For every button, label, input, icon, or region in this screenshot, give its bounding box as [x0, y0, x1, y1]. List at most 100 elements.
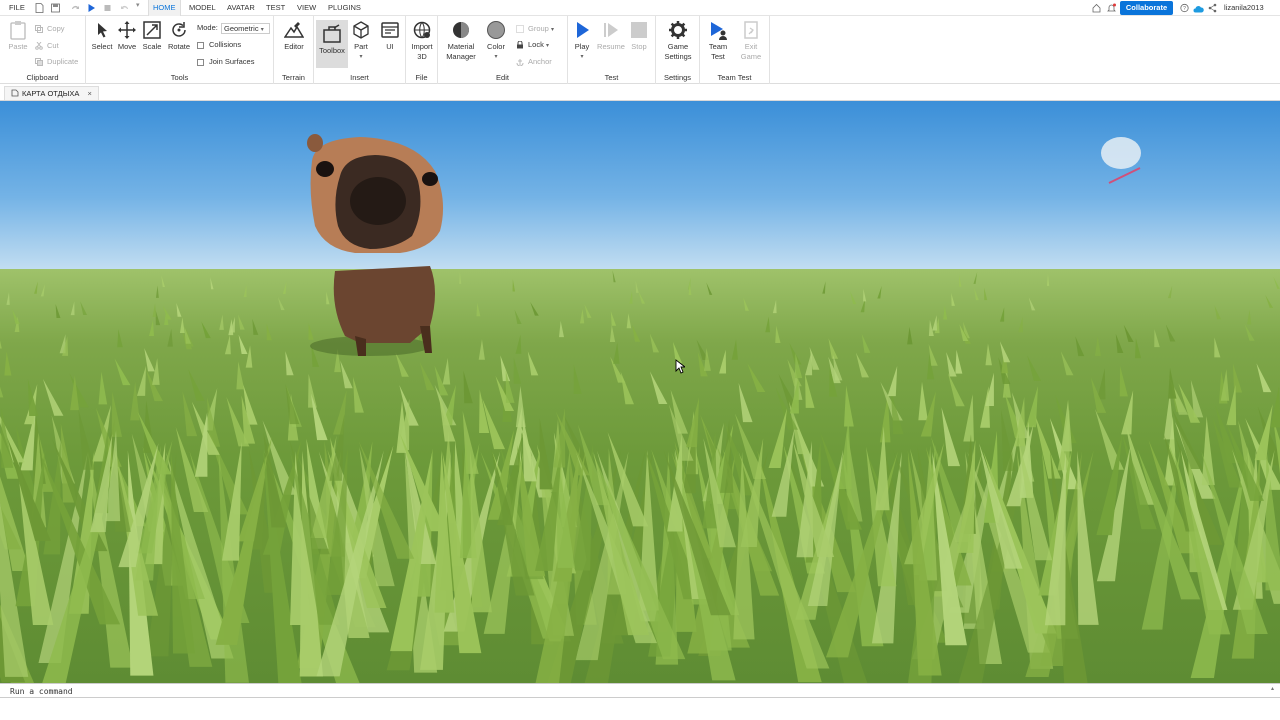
chevron-down-icon: ▾: [545, 43, 549, 49]
chevron-down-icon[interactable]: ▴: [1271, 685, 1274, 692]
team-test-group-label: Team Test: [717, 73, 752, 82]
copy-label: Copy: [47, 24, 65, 33]
rotate-label: Rotate: [167, 42, 191, 51]
exit-game-label-line2: Game: [740, 52, 762, 61]
insert-group-label: Insert: [350, 73, 369, 82]
mode-label: Mode:: [197, 23, 218, 32]
paste-label: Paste: [8, 42, 28, 51]
game-viewport[interactable]: [0, 101, 1280, 683]
cloud-icon[interactable]: [1193, 4, 1204, 14]
menu-bar: FILE ▾ HOME MODEL AVATAR TEST VIEW PLUGI…: [0, 0, 1280, 16]
material-manager-button[interactable]: Material Manager: [444, 20, 478, 62]
chevron-down-icon: ▾: [260, 27, 264, 33]
rotate-button[interactable]: Rotate: [166, 20, 192, 52]
select-button[interactable]: Select: [90, 20, 114, 52]
play-icon[interactable]: [87, 3, 96, 13]
command-input[interactable]: [4, 685, 1264, 697]
menu-avatar[interactable]: AVATAR: [227, 0, 255, 16]
anchor-button[interactable]: Anchor: [516, 56, 552, 68]
material-label-line1: Material: [447, 42, 475, 51]
menu-home[interactable]: HOME: [148, 0, 181, 16]
color-button[interactable]: Color ▾: [484, 20, 508, 62]
scale-icon: [143, 21, 161, 39]
paste-icon: [10, 21, 26, 40]
terrain-editor-button[interactable]: Editor: [280, 20, 308, 52]
tab-place-document[interactable]: КАРТА ОТДЫХА ×: [4, 86, 99, 100]
terrain-group: Editor Terrain: [274, 16, 314, 84]
document-tab-strip: КАРТА ОТДЫХА ×: [0, 84, 1280, 101]
settings-group-label: Settings: [663, 73, 692, 82]
paste-button[interactable]: Paste: [6, 20, 30, 52]
exit-game-label-line1: Exit: [744, 42, 758, 51]
select-label: Select: [91, 42, 113, 51]
notification-bell-icon[interactable]: [1107, 3, 1116, 13]
move-arrows-icon: [118, 21, 136, 39]
resume-icon: [604, 23, 618, 37]
clipboard-group-label: Clipboard: [26, 73, 59, 82]
menu-view[interactable]: VIEW: [297, 0, 316, 16]
import-label-line1: Import: [411, 42, 433, 51]
home-icon[interactable]: [1092, 3, 1101, 13]
undo-icon[interactable]: [120, 3, 129, 13]
sky: [0, 101, 1280, 276]
status-area: [0, 698, 1280, 720]
test-group-label: Test: [604, 73, 619, 82]
exit-door-icon: [744, 21, 758, 39]
menu-model[interactable]: MODEL: [189, 0, 216, 16]
menu-file[interactable]: FILE: [9, 0, 25, 16]
ui-button[interactable]: UI: [380, 20, 400, 52]
svg-text:?: ?: [1183, 6, 1186, 12]
place-icon: [11, 89, 19, 97]
duplicate-button[interactable]: Duplicate: [35, 56, 78, 68]
team-test-button[interactable]: Team Test: [704, 20, 732, 62]
cut-button[interactable]: Cut: [35, 40, 59, 52]
join-surfaces-toggle[interactable]: Join Surfaces: [197, 56, 254, 68]
play-label: Play: [574, 42, 590, 51]
username-label[interactable]: lizanila2013: [1224, 0, 1264, 16]
file-group-label: File: [415, 73, 428, 82]
game-settings-button[interactable]: Game Settings: [662, 20, 694, 62]
lock-label: Lock: [528, 40, 544, 49]
chevron-down-icon: ▾: [550, 27, 554, 33]
part-button[interactable]: Part ▾: [351, 20, 371, 62]
collaborate-button[interactable]: Collaborate: [1120, 1, 1173, 15]
resume-button[interactable]: Resume: [596, 20, 626, 52]
import-globe-icon: [413, 21, 431, 39]
lock-button[interactable]: Lock ▾: [516, 39, 549, 51]
help-icon[interactable]: ?: [1180, 3, 1189, 13]
exit-game-button[interactable]: Exit Game: [736, 20, 766, 62]
join-surfaces-checkbox[interactable]: [197, 58, 204, 66]
move-button[interactable]: Move: [115, 20, 139, 52]
collisions-checkbox[interactable]: [197, 41, 204, 49]
group-button[interactable]: Group ▾: [516, 23, 554, 35]
scale-button[interactable]: Scale: [140, 20, 164, 52]
menu-plugins[interactable]: PLUGINS: [328, 0, 361, 16]
color-label: Color: [487, 42, 505, 51]
grass-blades: [0, 269, 1280, 683]
scale-label: Scale: [142, 42, 162, 51]
ribbon-toolbar: Paste Copy Cut Duplicate Clipboard Selec…: [0, 16, 1280, 84]
copy-button[interactable]: Copy: [35, 23, 65, 35]
import-3d-button[interactable]: Import 3D: [409, 20, 435, 62]
settings-group: Game Settings Settings: [656, 16, 700, 84]
team-test-icon: [711, 22, 727, 40]
insert-group: Toolbox Part ▾ UI Insert: [314, 16, 406, 84]
stop-button[interactable]: Stop: [629, 20, 649, 52]
save-icon[interactable]: [51, 3, 60, 13]
redo-icon[interactable]: [71, 3, 80, 13]
menu-test[interactable]: TEST: [266, 0, 285, 16]
chevron-down-icon[interactable]: ▾: [136, 1, 145, 11]
toolbox-label: Toolbox: [319, 46, 345, 55]
terrain-group-label: Terrain: [282, 73, 305, 82]
gear-icon: [669, 21, 687, 39]
collisions-toggle[interactable]: Collisions: [197, 39, 241, 51]
edit-group: Material Manager Color ▾ Group ▾ Lock ▾ …: [438, 16, 568, 84]
share-icon[interactable]: [1208, 3, 1217, 13]
new-file-icon[interactable]: [35, 3, 44, 13]
import-label-line2: 3D: [417, 52, 427, 61]
stop-icon[interactable]: [103, 3, 112, 13]
mode-dropdown[interactable]: Geometric ▾: [221, 23, 270, 34]
play-button[interactable]: Play ▾: [572, 20, 592, 62]
close-icon[interactable]: ×: [87, 89, 91, 98]
toolbox-button[interactable]: Toolbox: [316, 20, 348, 68]
